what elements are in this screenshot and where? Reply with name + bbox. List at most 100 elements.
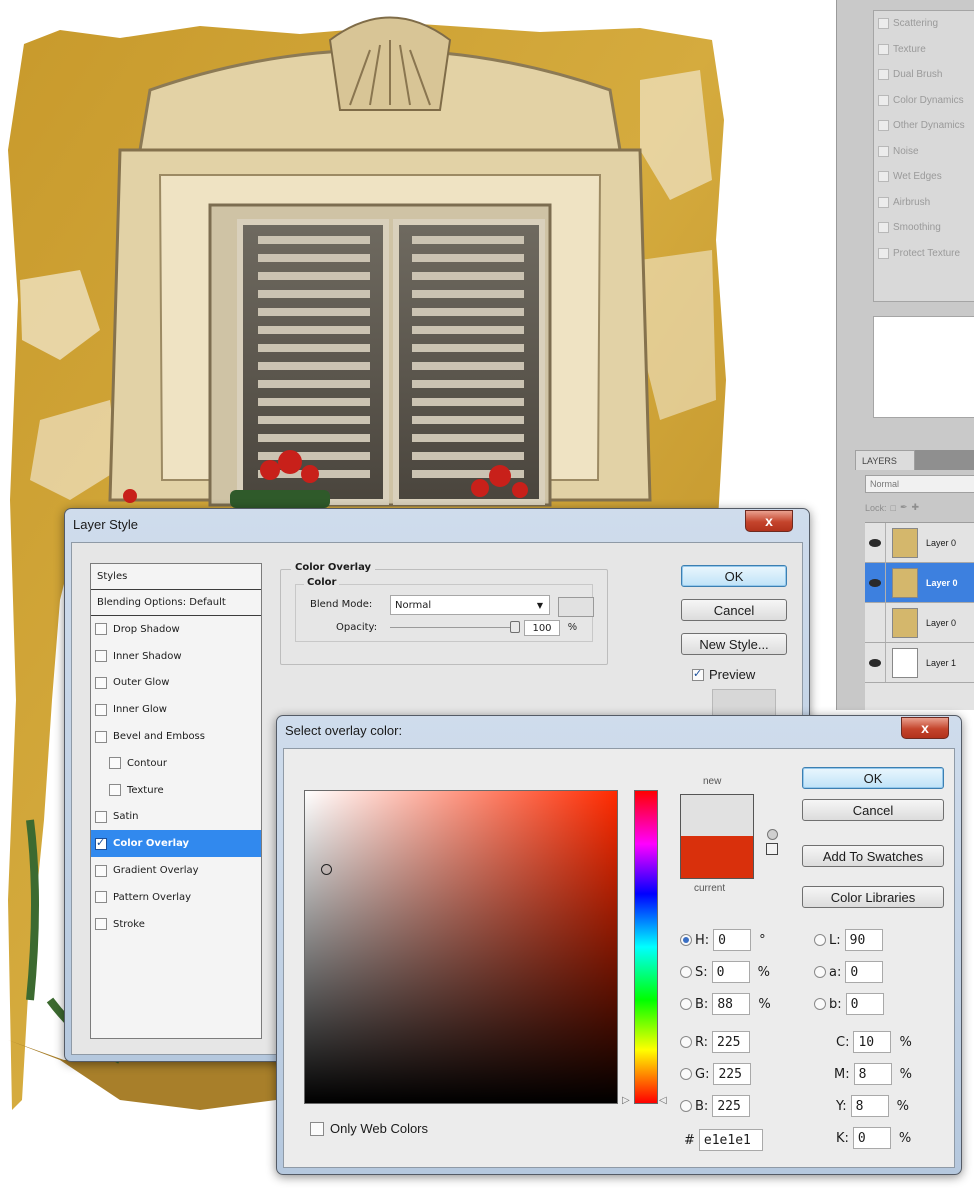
gamut-warning-icon[interactable]: [766, 843, 778, 855]
style-item-checkbox[interactable]: [95, 676, 107, 689]
brush-option[interactable]: Wet Edges: [874, 164, 974, 190]
style-item-checkbox[interactable]: [95, 836, 107, 850]
brush-option-checkbox[interactable]: [878, 222, 889, 234]
brightness-radio[interactable]: [680, 998, 692, 1010]
brush-option-checkbox[interactable]: [878, 145, 889, 157]
styles-header[interactable]: Styles: [91, 564, 261, 590]
brush-option[interactable]: Other Dynamics: [874, 113, 974, 139]
magenta-input[interactable]: 8: [853, 1063, 892, 1085]
style-item[interactable]: Stroke: [91, 911, 261, 938]
brush-option-checkbox[interactable]: [878, 94, 889, 106]
style-item[interactable]: Texture: [91, 777, 261, 804]
brush-option-checkbox[interactable]: [878, 18, 889, 30]
style-item-checkbox[interactable]: [95, 891, 107, 904]
close-icon[interactable]: x: [901, 717, 949, 739]
visibility-toggle[interactable]: [865, 603, 886, 642]
style-item[interactable]: Satin: [91, 804, 261, 831]
lab-a-radio[interactable]: [814, 966, 826, 978]
yellow-input[interactable]: 8: [850, 1095, 889, 1117]
hue-slider-left-arrow-icon[interactable]: ▷: [622, 1095, 630, 1106]
close-icon[interactable]: x: [745, 510, 793, 532]
style-item-checkbox[interactable]: [95, 810, 107, 823]
style-item[interactable]: Inner Shadow: [91, 643, 261, 670]
style-item-checkbox[interactable]: [109, 784, 121, 797]
style-item-checkbox[interactable]: [95, 864, 107, 877]
hue-radio[interactable]: [680, 934, 692, 946]
style-item[interactable]: Inner Glow: [91, 696, 261, 723]
brush-option[interactable]: Airbrush: [874, 190, 974, 216]
lab-b-input[interactable]: 0: [845, 993, 884, 1015]
cancel-button[interactable]: Cancel: [681, 599, 787, 621]
style-item-checkbox[interactable]: [109, 757, 121, 770]
cancel-button[interactable]: Cancel: [802, 799, 944, 821]
ok-button[interactable]: OK: [802, 767, 944, 789]
lightness-radio[interactable]: [814, 934, 826, 946]
new-style-button[interactable]: New Style...: [681, 633, 787, 655]
style-item[interactable]: Gradient Overlay: [91, 857, 261, 884]
web-safe-warning-icon[interactable]: [767, 829, 778, 840]
lock-pixels-brush-icon[interactable]: ✒: [900, 502, 908, 513]
opacity-slider-thumb[interactable]: [510, 621, 520, 633]
layer-blend-mode-select[interactable]: Normal: [865, 475, 974, 493]
red-radio[interactable]: [680, 1036, 692, 1048]
black-input[interactable]: 0: [852, 1127, 891, 1149]
current-color-swatch[interactable]: [680, 836, 754, 879]
visibility-eye-icon[interactable]: [865, 563, 886, 602]
saturation-input[interactable]: 0: [711, 961, 750, 983]
overlay-color-swatch[interactable]: [558, 597, 594, 617]
color-field-marker[interactable]: [321, 864, 332, 875]
style-item-checkbox[interactable]: [95, 730, 107, 743]
lab-b-radio[interactable]: [814, 998, 826, 1010]
cyan-input[interactable]: 10: [853, 1031, 892, 1053]
lightness-input[interactable]: 90: [844, 929, 883, 951]
brush-option[interactable]: Protect Texture: [874, 241, 974, 267]
add-to-swatches-button[interactable]: Add To Swatches: [802, 845, 944, 867]
style-item-checkbox[interactable]: [95, 703, 107, 716]
style-item[interactable]: Pattern Overlay: [91, 884, 261, 911]
only-web-colors-toggle[interactable]: Only Web Colors: [310, 1121, 428, 1136]
lock-transparent-icon[interactable]: □: [891, 503, 896, 513]
style-item[interactable]: Bevel and Emboss: [91, 723, 261, 750]
lab-a-input[interactable]: 0: [845, 961, 884, 983]
layer-row-selected[interactable]: Layer 0: [865, 563, 974, 603]
blending-options-item[interactable]: Blending Options: Default: [91, 590, 261, 616]
style-item-checkbox[interactable]: [95, 623, 107, 636]
visibility-eye-icon[interactable]: [865, 643, 886, 682]
brush-option[interactable]: Dual Brush: [874, 62, 974, 88]
layer-row[interactable]: Layer 1: [865, 643, 974, 683]
only-web-colors-checkbox[interactable]: [310, 1121, 324, 1136]
preview-toggle[interactable]: Preview: [692, 667, 755, 682]
blue-input[interactable]: 225: [712, 1095, 751, 1117]
style-item-selected[interactable]: Color Overlay: [91, 830, 261, 858]
green-input[interactable]: 225: [713, 1063, 752, 1085]
style-item[interactable]: Drop Shadow: [91, 616, 261, 643]
hue-slider[interactable]: [634, 790, 658, 1104]
layers-tab[interactable]: LAYERS: [855, 450, 915, 470]
style-item-checkbox[interactable]: [95, 918, 107, 931]
brush-option-checkbox[interactable]: [878, 247, 889, 259]
preview-checkbox[interactable]: [692, 667, 704, 681]
brush-option-checkbox[interactable]: [878, 196, 889, 208]
style-item[interactable]: Outer Glow: [91, 670, 261, 697]
opacity-input[interactable]: 100: [524, 620, 560, 636]
opacity-slider-track[interactable]: [390, 627, 520, 628]
brush-option[interactable]: Noise: [874, 139, 974, 165]
style-item[interactable]: Contour: [91, 750, 261, 777]
brush-option-checkbox[interactable]: [878, 171, 889, 183]
brush-option-checkbox[interactable]: [878, 43, 889, 55]
brush-option[interactable]: Texture: [874, 37, 974, 63]
brush-option[interactable]: Color Dynamics: [874, 88, 974, 114]
style-item-checkbox[interactable]: [95, 650, 107, 663]
brush-option[interactable]: Scattering: [874, 11, 974, 37]
lock-position-move-icon[interactable]: ✚: [912, 502, 920, 513]
blend-mode-select[interactable]: Normal ▼: [390, 595, 550, 615]
brush-option[interactable]: Smoothing: [874, 215, 974, 241]
green-radio[interactable]: [680, 1068, 692, 1080]
ok-button[interactable]: OK: [681, 565, 787, 587]
layer-row[interactable]: Layer 0: [865, 523, 974, 563]
hue-slider-right-arrow-icon[interactable]: ◁: [659, 1095, 667, 1106]
color-libraries-button[interactable]: Color Libraries: [802, 886, 944, 908]
visibility-eye-icon[interactable]: [865, 523, 886, 562]
red-input[interactable]: 225: [712, 1031, 751, 1053]
layer-row[interactable]: Layer 0: [865, 603, 974, 643]
